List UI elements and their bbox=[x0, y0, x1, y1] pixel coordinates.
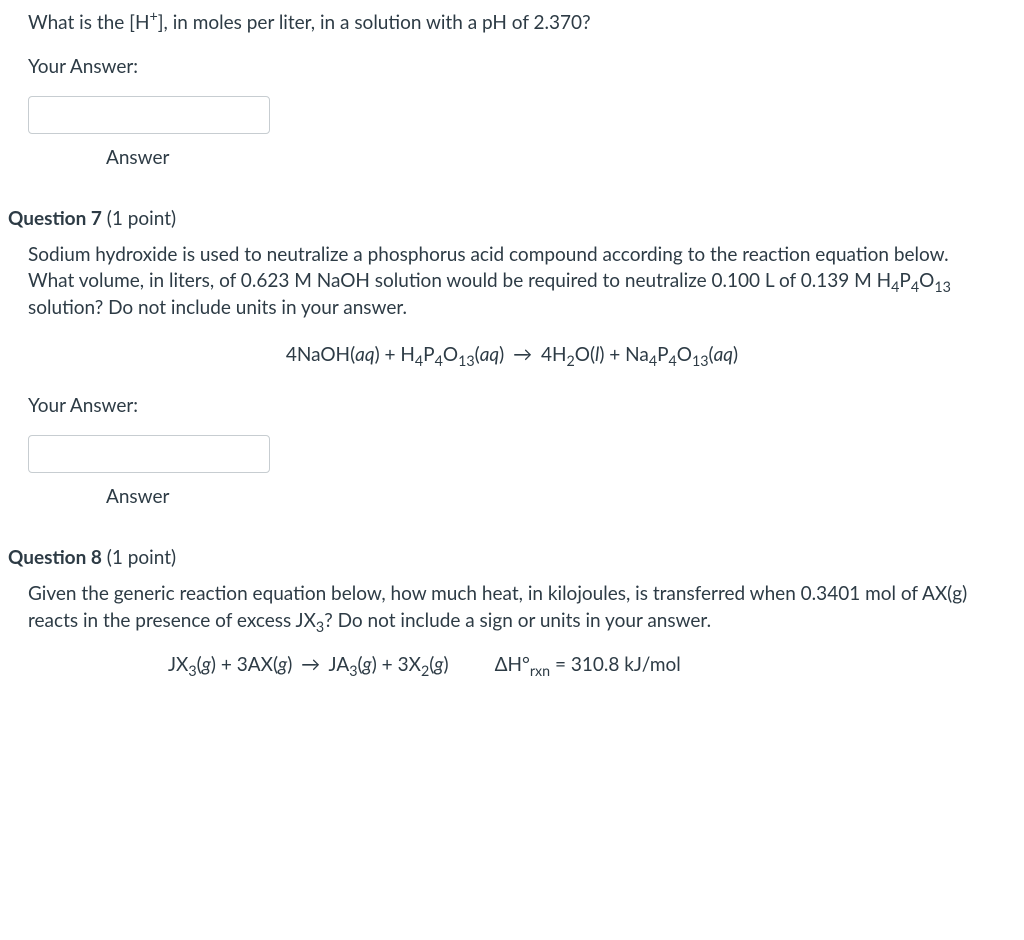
text: JA bbox=[324, 653, 349, 676]
subscript: 13 bbox=[692, 353, 709, 370]
question-7-prompt: Sodium hydroxide is used to neutralize a… bbox=[28, 242, 996, 322]
subscript: 3 bbox=[349, 662, 357, 679]
text: O( bbox=[575, 343, 595, 366]
your-answer-label: Your Answer: bbox=[28, 55, 996, 78]
subscript: 3 bbox=[188, 662, 196, 679]
text: Do not include a sign or units in your a… bbox=[333, 609, 711, 632]
subscript: 4 bbox=[649, 353, 657, 370]
question-points: (1 point) bbox=[102, 546, 176, 569]
state: g bbox=[363, 653, 372, 676]
state: aq bbox=[480, 343, 499, 366]
quiz-page: What is the [H+], in moles per liter, in… bbox=[0, 0, 1024, 734]
arrow-icon: → bbox=[509, 343, 536, 366]
question-7-body: Sodium hydroxide is used to neutralize a… bbox=[8, 242, 996, 509]
delta-h-value: = 310.8 kJ/mol bbox=[550, 653, 681, 676]
answer-input[interactable] bbox=[28, 435, 270, 473]
question-number: Question 7 bbox=[8, 207, 102, 230]
text: ], in moles per liter, in a solution wit… bbox=[158, 11, 591, 34]
subscript: 4 bbox=[415, 353, 423, 370]
question-8-equation: JX3(g) + 3AX(g) → JA3(g) + 3X2(g)ΔH°rxn … bbox=[28, 653, 996, 676]
subscript: 4 bbox=[891, 279, 899, 296]
text: What is the [H bbox=[28, 11, 149, 34]
question-points: (1 point) bbox=[102, 207, 176, 230]
question-7: Question 7 (1 point) Sodium hydroxide is… bbox=[8, 207, 996, 509]
state: aq bbox=[355, 343, 374, 366]
question-number: Question 8 bbox=[8, 546, 102, 569]
superscript: + bbox=[149, 9, 157, 26]
question-8: Question 8 (1 point) Given the generic r… bbox=[8, 546, 996, 675]
arrow-icon: → bbox=[297, 653, 324, 676]
state: aq bbox=[714, 343, 733, 366]
question-6-prompt: What is the [H+], in moles per liter, in… bbox=[28, 10, 996, 37]
text: ) + 3X bbox=[372, 653, 421, 676]
question-8-prompt: Given the generic reaction equation belo… bbox=[28, 581, 996, 634]
question-7-equation: 4NaOH(aq) + H4P4O13(aq) → 4H2O(l) + Na4P… bbox=[28, 343, 996, 366]
text: ) + H bbox=[375, 343, 415, 366]
question-7-header: Question 7 (1 point) bbox=[8, 207, 996, 230]
delta-h: ΔH° bbox=[495, 653, 530, 676]
text: 4NaOH( bbox=[286, 343, 355, 366]
answer-caption: Answer bbox=[28, 485, 169, 508]
text: JX bbox=[168, 653, 188, 676]
text: ) + Na bbox=[599, 343, 649, 366]
text: 4H bbox=[536, 343, 566, 366]
subscript: 13 bbox=[458, 353, 475, 370]
subscript: 3 bbox=[316, 619, 324, 636]
question-6: What is the [H+], in moles per liter, in… bbox=[8, 10, 996, 169]
subscript: 13 bbox=[934, 279, 951, 296]
state: g bbox=[278, 653, 287, 676]
answer-row: Answer bbox=[28, 96, 996, 169]
answer-input[interactable] bbox=[28, 96, 270, 134]
text: ) bbox=[499, 343, 509, 366]
subscript: 4 bbox=[669, 353, 677, 370]
answer-caption: Answer bbox=[28, 146, 169, 169]
subscript: 4 bbox=[435, 353, 443, 370]
your-answer-label: Your Answer: bbox=[28, 394, 996, 417]
subscript: 2 bbox=[421, 662, 429, 679]
question-8-header: Question 8 (1 point) bbox=[8, 546, 996, 569]
text: Sodium hydroxide is used to neutralize a… bbox=[28, 243, 949, 293]
state: g bbox=[434, 653, 443, 676]
subscript: 4 bbox=[911, 279, 919, 296]
text: ) + 3AX( bbox=[211, 653, 278, 676]
question-8-body: Given the generic reaction equation belo… bbox=[8, 581, 996, 675]
state: g bbox=[202, 653, 211, 676]
subscript: rxn bbox=[530, 662, 550, 679]
text: solution? Do not include units in your a… bbox=[28, 296, 407, 319]
question-6-body: What is the [H+], in moles per liter, in… bbox=[8, 10, 996, 169]
subscript: 2 bbox=[566, 353, 574, 370]
answer-row: Answer bbox=[28, 435, 996, 508]
